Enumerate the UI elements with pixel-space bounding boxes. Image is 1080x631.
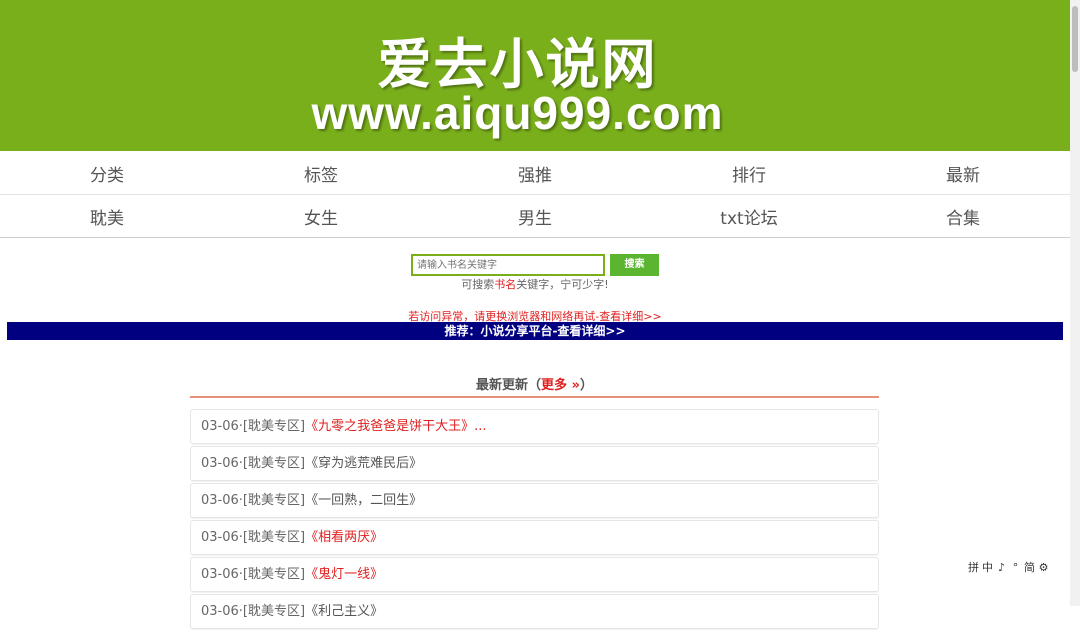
list-item: 03-06·[耽美专区]《九零之我爸爸是饼干大王》... xyxy=(190,409,879,444)
item-date: 03-06· xyxy=(201,567,243,582)
item-title-link[interactable]: 《鬼灯一线》 xyxy=(305,567,383,582)
item-title-link[interactable]: 《利己主义》 xyxy=(305,604,383,619)
nav-item-recommended[interactable]: 强推 xyxy=(428,161,642,186)
nav-item-tags[interactable]: 标签 xyxy=(214,161,428,186)
nav-item-collection[interactable]: 合集 xyxy=(856,204,1070,229)
item-category-link[interactable]: [耽美专区] xyxy=(243,604,305,619)
recommend-bar-link[interactable]: 推荐：小说分享平台-查看详细>> xyxy=(7,322,1063,340)
nav-item-danmei[interactable]: 耽美 xyxy=(0,204,214,229)
latest-list: 03-06·[耽美专区]《九零之我爸爸是饼干大王》... 03-06·[耽美专区… xyxy=(190,409,879,631)
nav-item-male[interactable]: 男生 xyxy=(428,204,642,229)
item-date: 03-06· xyxy=(201,493,243,508)
nav-item-latest[interactable]: 最新 xyxy=(856,161,1070,186)
item-title-link[interactable]: 《九零之我爸爸是饼干大王》... xyxy=(305,419,486,434)
item-date: 03-06· xyxy=(201,456,243,471)
list-item: 03-06·[耽美专区]《一回熟，二回生》 xyxy=(190,483,879,518)
search-hint-highlight: 书名 xyxy=(494,278,517,291)
item-category-link[interactable]: [耽美专区] xyxy=(243,493,305,508)
search-button[interactable]: 搜索 xyxy=(610,254,659,276)
list-item: 03-06·[耽美专区]《相看两厌》 xyxy=(190,520,879,555)
item-category-link[interactable]: [耽美专区] xyxy=(243,456,305,471)
site-banner[interactable]: 爱去小说网 www.aiqu999.com xyxy=(0,0,1070,151)
item-date: 03-06· xyxy=(201,604,243,619)
ime-chinese-mode-icon[interactable]: 中 xyxy=(982,559,993,575)
list-item: 03-06·[耽美专区]《穿为逃荒难民后》 xyxy=(190,446,879,481)
item-category-link[interactable]: [耽美专区] xyxy=(243,419,305,434)
page-scrollbar[interactable] xyxy=(1070,0,1080,606)
latest-updates-heading: 最新更新（更多 »） xyxy=(190,374,879,398)
more-link[interactable]: 更多 » xyxy=(541,378,580,393)
nav-item-female[interactable]: 女生 xyxy=(214,204,428,229)
nav-item-ranking[interactable]: 排行 xyxy=(642,161,856,186)
item-date: 03-06· xyxy=(201,419,243,434)
ime-simplified-icon[interactable]: 简 xyxy=(1024,559,1035,575)
search-hint-prefix: 可搜索 xyxy=(461,278,495,291)
item-title-link[interactable]: 《一回熟，二回生》 xyxy=(305,493,422,508)
search-input[interactable] xyxy=(411,254,605,276)
ime-music-icon[interactable]: ♪ xyxy=(996,561,1007,574)
item-category-link[interactable]: [耽美专区] xyxy=(243,530,305,545)
nav-item-category[interactable]: 分类 xyxy=(0,161,214,186)
nav-row-1: 分类 标签 强推 排行 最新 xyxy=(0,152,1070,194)
latest-heading-label: 最新更新（ xyxy=(476,378,542,393)
site-url: www.aiqu999.com xyxy=(311,87,724,139)
ime-punctuation-icon[interactable]: ° xyxy=(1010,561,1021,574)
item-title-link[interactable]: 《穿为逃荒难民后》 xyxy=(305,456,422,471)
nav-row-2: 耽美 女生 男生 txt论坛 合集 xyxy=(0,194,1070,237)
search-hint-suffix: 关键字，宁可少字! xyxy=(516,278,609,291)
main-nav: 分类 标签 强推 排行 最新 耽美 女生 男生 txt论坛 合集 xyxy=(0,152,1070,238)
ime-toolbar: 拼 中 ♪ ° 简 ⚙ xyxy=(968,559,1049,575)
scrollbar-thumb[interactable] xyxy=(1072,6,1078,72)
ime-pinyin-icon[interactable]: 拼 xyxy=(968,559,979,575)
item-date: 03-06· xyxy=(201,530,243,545)
ime-settings-icon[interactable]: ⚙ xyxy=(1038,561,1049,574)
latest-heading-close: ） xyxy=(579,378,593,393)
list-item: 03-06·[耽美专区]《利己主义》 xyxy=(190,594,879,629)
item-category-link[interactable]: [耽美专区] xyxy=(243,567,305,582)
nav-item-txt-forum[interactable]: txt论坛 xyxy=(642,204,856,229)
search-hint: 可搜索书名关键字，宁可少字! xyxy=(0,276,1070,292)
item-title-link[interactable]: 《相看两厌》 xyxy=(305,530,383,545)
list-item: 03-06·[耽美专区]《鬼灯一线》 xyxy=(190,557,879,592)
